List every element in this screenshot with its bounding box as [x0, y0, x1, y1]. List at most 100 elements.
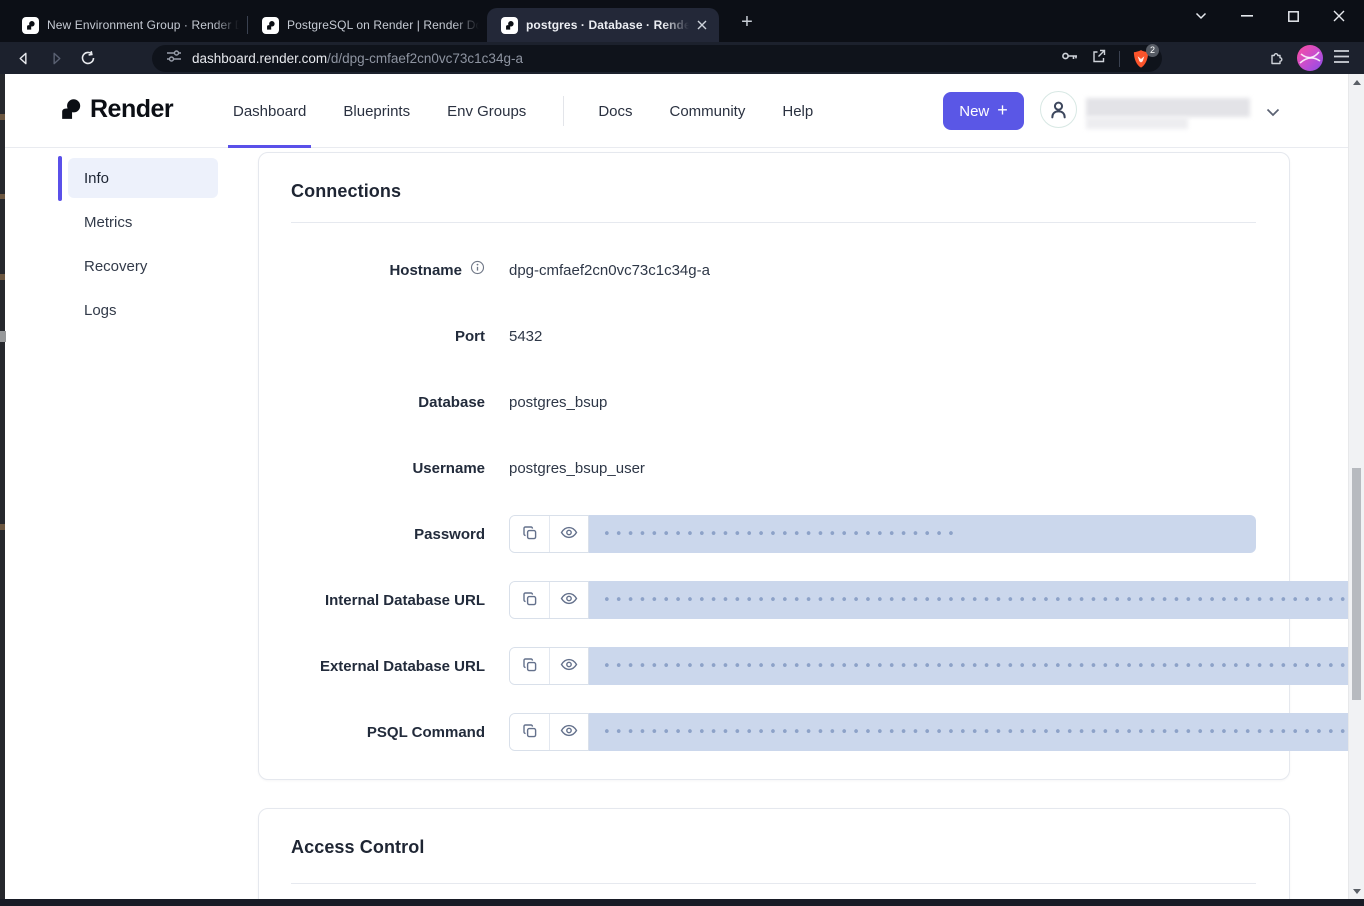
- sidebar-item-logs[interactable]: Logs: [68, 290, 218, 330]
- user-avatar[interactable]: [1040, 91, 1077, 128]
- reload-button[interactable]: [79, 49, 97, 67]
- render-favicon-icon: [262, 17, 279, 34]
- field-label: Database: [418, 394, 485, 411]
- page-scrollbar[interactable]: [1348, 74, 1364, 906]
- browser-toolbar: dashboard.render.com/d/dpg-cmfaef2cn0vc7…: [0, 42, 1364, 74]
- masked-dots: ••••••••••••••••••••••••••••••: [603, 528, 959, 541]
- copy-button[interactable]: [510, 648, 549, 684]
- field-value: dpg-cmfaef2cn0vc73c1c34g-a: [509, 262, 1256, 279]
- render-favicon-icon: [22, 17, 39, 34]
- scrollbar-thumb[interactable]: [1352, 468, 1361, 700]
- connection-row: Hostname dpg-cmfaef2cn0vc73c1c34g-a: [291, 237, 1256, 303]
- toolbar-divider: [1119, 51, 1120, 67]
- sidebar-item-label: Logs: [84, 302, 117, 319]
- field-label: Port: [455, 328, 485, 345]
- eye-icon: [560, 591, 578, 609]
- person-icon: [1049, 100, 1068, 119]
- tab-search-chevron-icon[interactable]: [1178, 0, 1224, 32]
- render-logo-icon: [58, 97, 83, 122]
- field-label: PSQL Command: [367, 724, 485, 741]
- masked-value-field[interactable]: ••••••••••••••••••••••••••••••••••••••••…: [589, 581, 1364, 619]
- browser-tab-env-group[interactable]: New Environment Group · Render Das: [8, 8, 247, 42]
- copy-icon: [522, 723, 538, 742]
- sidebar-item-info[interactable]: Info: [68, 158, 218, 198]
- nav-blueprints[interactable]: Blueprints: [343, 74, 410, 148]
- connections-card: Connections Hostname dpg-cmfaef2cn0vc73c…: [258, 152, 1290, 780]
- user-name-redacted: [1086, 98, 1250, 130]
- copy-button[interactable]: [510, 582, 549, 618]
- site-settings-icon[interactable]: [166, 49, 182, 68]
- copy-button[interactable]: [510, 714, 549, 750]
- scroll-down-arrow-icon[interactable]: [1353, 889, 1361, 894]
- maximize-button[interactable]: [1270, 0, 1316, 32]
- copy-button[interactable]: [510, 516, 549, 552]
- access-control-title: Access Control: [291, 837, 1289, 858]
- sidebar-item-metrics[interactable]: Metrics: [68, 202, 218, 242]
- masked-dots: ••••••••••••••••••••••••••••••••••••••••…: [603, 660, 1364, 673]
- edge-artifact: [0, 524, 5, 530]
- extensions-puzzle-icon[interactable]: [1269, 49, 1286, 71]
- render-logo[interactable]: Render: [58, 95, 173, 124]
- plus-icon: +: [997, 100, 1008, 121]
- tab-title: postgres · Database · Render Da: [526, 18, 689, 32]
- connection-row: Port 5432: [291, 303, 1256, 369]
- access-control-card: Access Control: [258, 808, 1290, 906]
- field-label: Hostname: [389, 262, 462, 279]
- browser-tab-docs[interactable]: PostgreSQL on Render | Render Docs: [248, 8, 487, 42]
- edge-artifact: [0, 274, 5, 280]
- masked-value-field[interactable]: ••••••••••••••••••••••••••••••: [589, 515, 1256, 553]
- url-host: dashboard.render.com: [192, 51, 327, 66]
- sidebar-item-label: Recovery: [84, 258, 147, 275]
- new-tab-button[interactable]: +: [735, 10, 759, 34]
- reveal-button[interactable]: [549, 516, 588, 552]
- new-button[interactable]: New +: [943, 92, 1024, 130]
- address-bar[interactable]: dashboard.render.com/d/dpg-cmfaef2cn0vc7…: [152, 45, 1162, 72]
- tab-close-icon[interactable]: [693, 16, 711, 34]
- nav-env-groups[interactable]: Env Groups: [447, 74, 526, 148]
- connection-rows: Hostname dpg-cmfaef2cn0vc73c1c34g-a Port…: [291, 237, 1256, 765]
- nav-docs[interactable]: Docs: [598, 74, 632, 148]
- account-chevron-icon[interactable]: [1266, 104, 1280, 122]
- edge-artifact: [0, 331, 6, 342]
- forward-button[interactable]: [47, 49, 65, 67]
- masked-value-field[interactable]: ••••••••••••••••••••••••••••••••••••••••…: [589, 713, 1364, 751]
- eye-icon: [560, 723, 578, 741]
- browser-tab-active-postgres[interactable]: postgres · Database · Render Da: [487, 8, 719, 42]
- browser-menu-icon[interactable]: [1333, 49, 1350, 69]
- copy-icon: [522, 591, 538, 610]
- connection-row: Username postgres_bsup_user: [291, 435, 1256, 501]
- nav-dashboard[interactable]: Dashboard: [233, 74, 306, 148]
- field-label: Username: [412, 460, 485, 477]
- connection-row-masked: PSQL Command •••••••••••••••••••••••••••…: [291, 699, 1256, 765]
- masked-field-actions: [509, 713, 589, 751]
- reveal-button[interactable]: [549, 582, 588, 618]
- minimize-button[interactable]: [1224, 0, 1270, 32]
- nav-community[interactable]: Community: [670, 74, 746, 148]
- password-key-icon[interactable]: [1061, 49, 1079, 68]
- reveal-button[interactable]: [549, 648, 588, 684]
- connection-row-masked: External Database URL ••••••••••••••••••…: [291, 633, 1256, 699]
- masked-value-field[interactable]: ••••••••••••••••••••••••••••••••••••••••…: [589, 647, 1364, 685]
- sidebar-item-label: Info: [84, 170, 109, 187]
- nav-help[interactable]: Help: [782, 74, 813, 148]
- brand-name: Render: [90, 95, 173, 124]
- sidebar-item-recovery[interactable]: Recovery: [68, 246, 218, 286]
- masked-field-actions: [509, 647, 589, 685]
- back-button[interactable]: [14, 49, 32, 67]
- connection-row-masked: Internal Database URL ••••••••••••••••••…: [291, 567, 1256, 633]
- edge-artifact: [0, 194, 5, 199]
- url-text[interactable]: dashboard.render.com/d/dpg-cmfaef2cn0vc7…: [192, 51, 523, 66]
- tab-title: PostgreSQL on Render | Render Docs: [287, 18, 479, 32]
- reveal-button[interactable]: [549, 714, 588, 750]
- scroll-up-arrow-icon[interactable]: [1353, 80, 1361, 85]
- brave-shield-icon[interactable]: 2: [1132, 49, 1152, 69]
- close-window-button[interactable]: [1316, 0, 1362, 32]
- section-divider: [291, 883, 1256, 884]
- active-item-accent-bar: [58, 156, 62, 201]
- masked-dots: ••••••••••••••••••••••••••••••••••••••••…: [603, 726, 1364, 739]
- share-icon[interactable]: [1091, 48, 1107, 69]
- section-divider: [291, 222, 1256, 223]
- edge-artifact: [0, 114, 5, 120]
- browser-profile-avatar[interactable]: [1297, 45, 1323, 71]
- info-icon[interactable]: [470, 260, 485, 280]
